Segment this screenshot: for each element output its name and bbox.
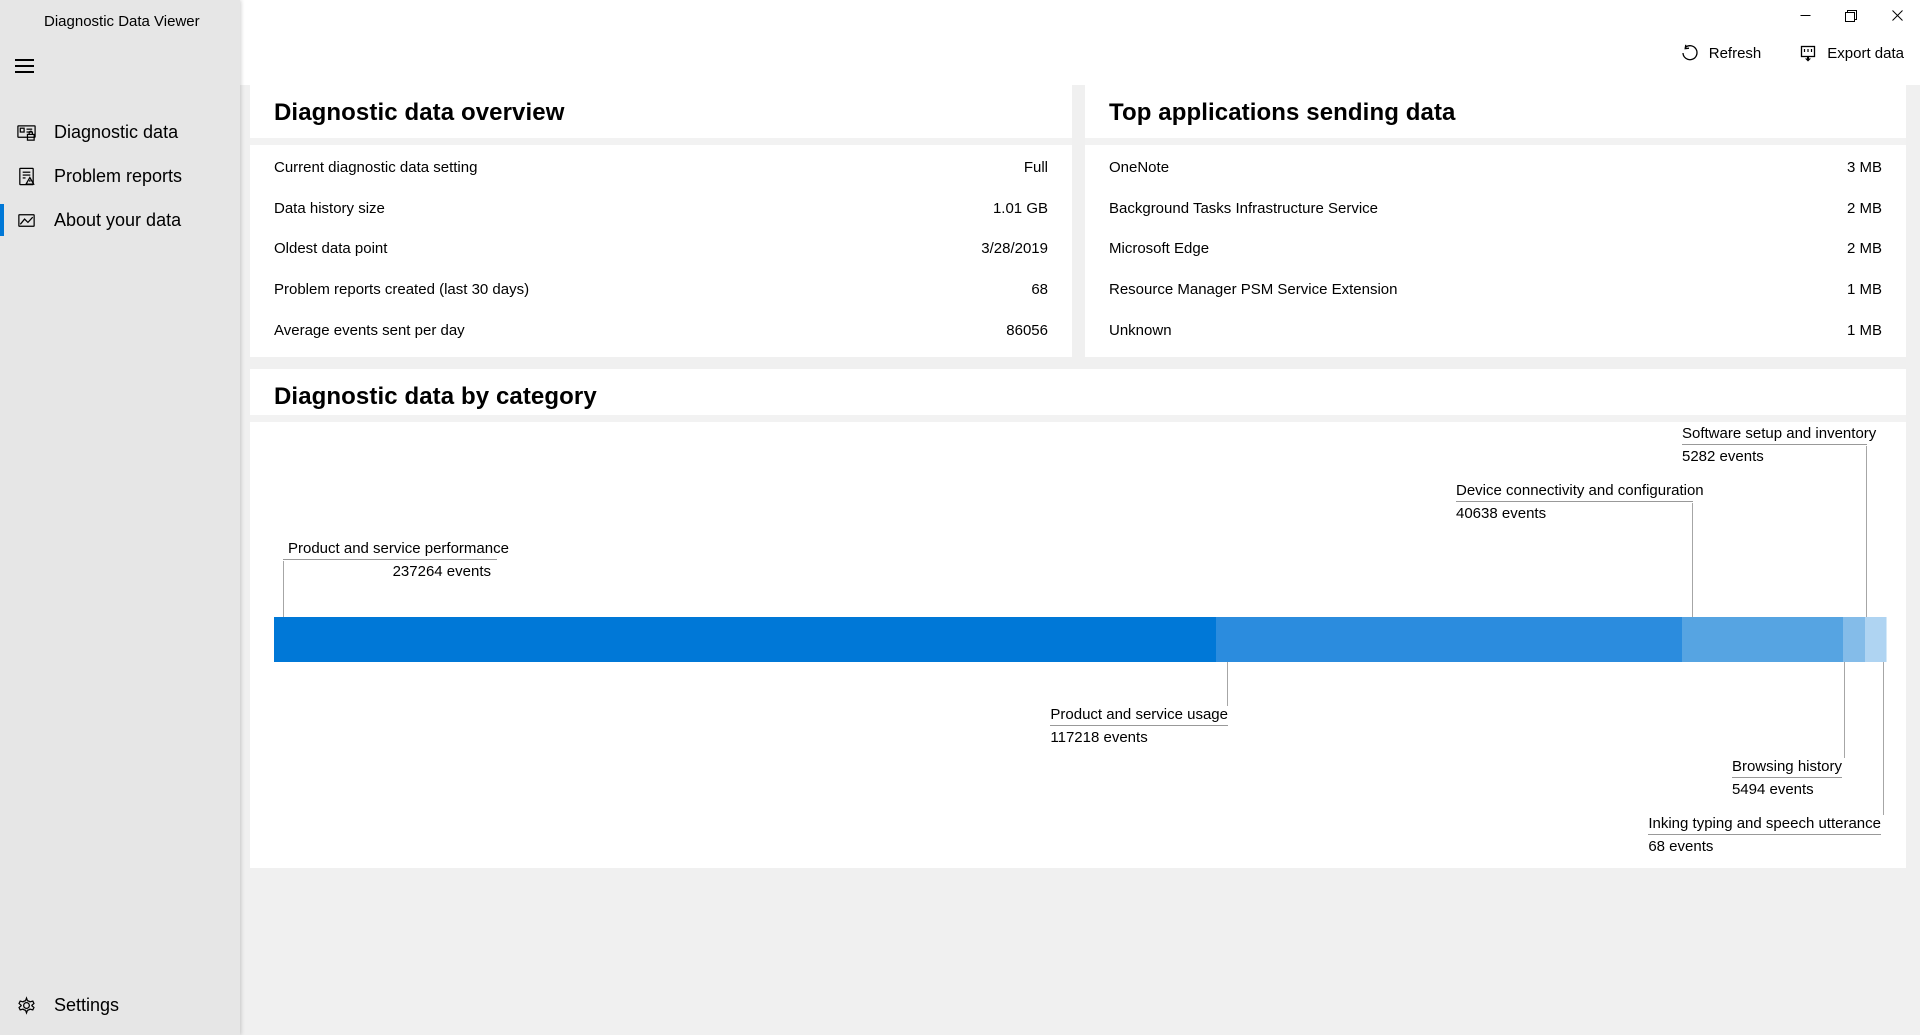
callout-line — [1883, 662, 1884, 815]
sidebar-item-problem-reports[interactable]: Problem reports — [0, 154, 240, 198]
app-title: Diagnostic Data Viewer — [0, 0, 240, 30]
top-bar: Refresh Export data — [240, 0, 1920, 85]
apps-card-title: Top applications sending data — [1109, 99, 1882, 127]
overview-row: Problem reports created (last 30 days) 6… — [250, 269, 1072, 310]
export-data-button[interactable]: Export data — [1793, 40, 1910, 66]
row-value: 3/28/2019 — [981, 240, 1048, 257]
card-separator — [1085, 138, 1906, 145]
row-value: 68 — [1031, 281, 1048, 298]
row-value: 1.01 GB — [993, 200, 1048, 217]
callout-line — [1227, 662, 1228, 706]
diagnostic-data-icon — [16, 122, 37, 143]
callout-product-and-service-performance: Product and service performance 237264 e… — [283, 539, 497, 582]
app-row: Resource Manager PSM Service Extension 1… — [1085, 269, 1906, 310]
bar-segment-3[interactable] — [1843, 617, 1865, 662]
overview-row: Data history size 1.01 GB — [250, 188, 1072, 229]
callout-inking-typing-and-speech-utterance: Inking typing and speech utterance 68 ev… — [1648, 814, 1881, 857]
row-label: Average events sent per day — [274, 322, 465, 339]
sidebar-item-label: Settings — [54, 995, 119, 1016]
minimize-button[interactable] — [1782, 0, 1828, 31]
sidebar-item-about-your-data[interactable]: About your data — [0, 198, 240, 242]
callout-browsing-history: Browsing history 5494 events — [1732, 757, 1842, 800]
callout-line — [1866, 446, 1867, 617]
sidebar-item-diagnostic-data[interactable]: Diagnostic data — [0, 110, 240, 154]
bar-segment-2[interactable] — [1682, 617, 1843, 662]
selection-accent — [0, 204, 4, 236]
callout-line — [1844, 662, 1845, 758]
main-content: Refresh Export data Dia — [240, 0, 1920, 1035]
command-bar: Refresh Export data — [1675, 40, 1910, 66]
sidebar: Diagnostic Data Viewer Diagnostic data — [0, 0, 240, 1035]
minimize-icon — [1800, 10, 1811, 21]
app-row: Background Tasks Infrastructure Service … — [1085, 188, 1906, 229]
restore-button[interactable] — [1828, 0, 1874, 31]
close-button[interactable] — [1874, 0, 1920, 31]
callout-software-setup-and-inventory: Software setup and inventory 5282 events — [1682, 424, 1867, 467]
row-value: Full — [1024, 159, 1048, 176]
card-separator — [250, 415, 1906, 422]
window-controls — [1782, 0, 1920, 31]
about-your-data-icon — [16, 210, 37, 231]
app-name: OneNote — [1109, 159, 1169, 176]
selection-accent — [0, 160, 4, 192]
selection-accent — [0, 116, 4, 148]
selection-accent — [0, 989, 4, 1021]
callout-line — [1692, 503, 1693, 617]
callout-device-connectivity-and-configuration: Device connectivity and configuration 40… — [1456, 481, 1693, 524]
app-size: 3 MB — [1847, 159, 1882, 176]
row-label: Oldest data point — [274, 240, 387, 257]
overview-card-title: Diagnostic data overview — [274, 99, 1048, 127]
row-label: Problem reports created (last 30 days) — [274, 281, 529, 298]
cards-area: Diagnostic data overview Current diagnos… — [240, 85, 1920, 1035]
sidebar-item-label: About your data — [54, 210, 181, 231]
hamburger-icon — [15, 59, 34, 61]
category-card-title: Diagnostic data by category — [274, 383, 1882, 411]
refresh-button[interactable]: Refresh — [1675, 40, 1768, 66]
bar-segment-0[interactable] — [274, 617, 1216, 662]
app-size: 2 MB — [1847, 200, 1882, 217]
app-row: OneNote 3 MB — [1085, 147, 1906, 188]
restore-icon — [1845, 10, 1857, 22]
callout-product-and-service-usage: Product and service usage 117218 events — [1050, 705, 1228, 748]
overview-row: Current diagnostic data setting Full — [250, 147, 1072, 188]
bar-segment-1[interactable] — [1216, 617, 1681, 662]
app-name: Background Tasks Infrastructure Service — [1109, 200, 1378, 217]
app-size: 2 MB — [1847, 240, 1882, 257]
row-label: Current diagnostic data setting — [274, 159, 477, 176]
sidebar-item-settings[interactable]: Settings — [0, 983, 240, 1027]
export-data-icon — [1799, 44, 1817, 62]
app-name: Unknown — [1109, 322, 1172, 339]
diagnostic-data-overview-card: Diagnostic data overview Current diagnos… — [250, 85, 1072, 357]
card-separator — [250, 138, 1072, 145]
category-bar — [274, 617, 1886, 662]
diagnostic-data-by-category-card: Diagnostic data by category Software set… — [250, 369, 1906, 868]
app-name: Resource Manager PSM Service Extension — [1109, 281, 1397, 298]
app-row: Unknown 1 MB — [1085, 310, 1906, 351]
hamburger-menu-button[interactable] — [0, 46, 48, 86]
refresh-icon — [1681, 44, 1699, 62]
category-chart: Software setup and inventory 5282 events… — [250, 422, 1906, 868]
diagnostic-data-viewer-window: Diagnostic Data Viewer Diagnostic data — [0, 0, 1920, 1035]
row-value: 86056 — [1006, 322, 1048, 339]
top-applications-card: Top applications sending data OneNote 3 … — [1085, 85, 1906, 357]
sidebar-item-label: Diagnostic data — [54, 122, 178, 143]
callout-line — [283, 561, 284, 617]
bar-segment-4[interactable] — [1865, 617, 1886, 662]
refresh-label: Refresh — [1709, 45, 1762, 62]
app-size: 1 MB — [1847, 322, 1882, 339]
app-name: Microsoft Edge — [1109, 240, 1209, 257]
app-row: Microsoft Edge 2 MB — [1085, 229, 1906, 270]
gear-icon — [16, 995, 37, 1016]
overview-row: Average events sent per day 86056 — [250, 310, 1072, 351]
overview-row: Oldest data point 3/28/2019 — [250, 229, 1072, 270]
close-icon — [1892, 10, 1903, 21]
app-size: 1 MB — [1847, 281, 1882, 298]
sidebar-nav: Diagnostic data Problem reports — [0, 110, 240, 242]
problem-reports-icon — [16, 166, 37, 187]
row-label: Data history size — [274, 200, 385, 217]
sidebar-item-label: Problem reports — [54, 166, 182, 187]
export-data-label: Export data — [1827, 45, 1904, 62]
